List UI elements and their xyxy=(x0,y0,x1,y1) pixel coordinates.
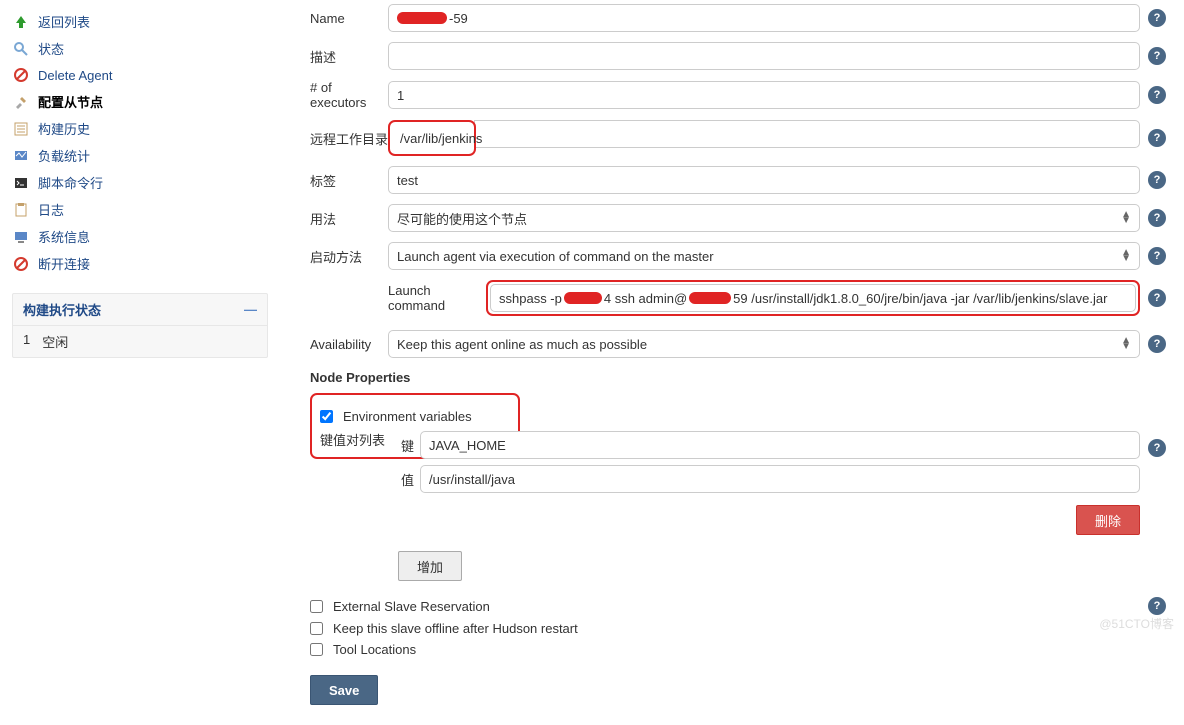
tags-input[interactable] xyxy=(388,166,1140,194)
tool-loc-label: Tool Locations xyxy=(333,642,416,657)
desc-label: 描述 xyxy=(310,47,388,66)
name-input[interactable]: -59 xyxy=(388,4,1140,32)
sidebar-item-back[interactable]: 返回列表 xyxy=(12,8,268,35)
save-button[interactable]: Save xyxy=(310,675,378,705)
help-icon[interactable]: ? xyxy=(1148,86,1166,104)
key-label: 键 xyxy=(400,436,420,455)
chevron-updown-icon: ▲▼ xyxy=(1121,338,1131,350)
tools-icon xyxy=(12,93,30,111)
sidebar-item-delete-agent[interactable]: Delete Agent xyxy=(12,62,268,88)
monitor-icon xyxy=(12,147,30,165)
remote-input[interactable] xyxy=(474,120,1140,148)
terminal-icon xyxy=(12,174,30,192)
remote-label: 远程工作目录 xyxy=(310,129,388,148)
usage-label: 用法 xyxy=(310,209,388,228)
executor-panel: 构建执行状态 — 1 空闲 xyxy=(12,293,268,358)
delete-button[interactable]: 删除 xyxy=(1076,505,1140,535)
sidebar-item-log[interactable]: 日志 xyxy=(12,196,268,223)
executor-panel-title[interactable]: 构建执行状态 xyxy=(23,300,101,319)
help-icon[interactable]: ? xyxy=(1148,47,1166,65)
availability-select[interactable]: Keep this agent online as much as possib… xyxy=(388,330,1140,358)
launch-cmd-label: Launch command xyxy=(388,283,486,313)
keep-offline-label: Keep this slave offline after Hudson res… xyxy=(333,621,578,636)
env-vars-label: Environment variables xyxy=(343,409,472,424)
clipboard-icon xyxy=(12,201,30,219)
desc-input[interactable] xyxy=(388,42,1140,70)
main-form: Name -59 ? 描述 ? # of executors ? 远程工作目录 … xyxy=(280,0,1184,725)
no-entry-icon xyxy=(12,66,30,84)
notepad-icon xyxy=(12,120,30,138)
launch-label: 启动方法 xyxy=(310,247,388,266)
sidebar: 返回列表 状态 Delete Agent 配置从节点 构建历史 负载统计 脚本命… xyxy=(0,0,280,725)
sidebar-item-script[interactable]: 脚本命令行 xyxy=(12,169,268,196)
tool-loc-checkbox[interactable] xyxy=(310,643,323,656)
collapse-icon[interactable]: — xyxy=(244,302,257,317)
help-icon[interactable]: ? xyxy=(1148,129,1166,147)
launch-select[interactable]: Launch agent via execution of command on… xyxy=(388,242,1140,270)
usage-select[interactable]: 尽可能的使用这个节点 ▲▼ xyxy=(388,204,1140,232)
env-vars-checkbox[interactable] xyxy=(320,410,333,423)
ext-slave-label: External Slave Reservation xyxy=(333,599,490,614)
help-icon[interactable]: ? xyxy=(1148,289,1166,307)
arrow-up-icon xyxy=(12,13,30,31)
help-icon[interactable]: ? xyxy=(1148,171,1166,189)
executor-row: 1 空闲 xyxy=(13,326,267,357)
search-icon xyxy=(12,40,30,58)
add-button[interactable]: 增加 xyxy=(398,551,462,581)
sidebar-item-configure[interactable]: 配置从节点 xyxy=(12,88,268,115)
sidebar-item-disconnect[interactable]: 断开连接 xyxy=(12,250,268,277)
executors-input[interactable] xyxy=(388,81,1140,109)
ext-slave-checkbox[interactable] xyxy=(310,600,323,613)
remote-input-highlight: /var/lib/jenkins xyxy=(392,124,472,152)
val-input[interactable] xyxy=(420,465,1140,493)
help-icon[interactable]: ? xyxy=(1148,9,1166,27)
sidebar-item-sysinfo[interactable]: 系统信息 xyxy=(12,223,268,250)
sidebar-item-load-stats[interactable]: 负载统计 xyxy=(12,142,268,169)
chevron-updown-icon: ▲▼ xyxy=(1121,212,1131,224)
launch-cmd-input[interactable]: sshpass -p 4 ssh admin@59 /usr/install/j… xyxy=(490,284,1136,312)
name-label: Name xyxy=(310,11,388,26)
executors-label: # of executors xyxy=(310,80,388,110)
computer-icon xyxy=(12,228,30,246)
help-icon[interactable]: ? xyxy=(1148,439,1166,457)
node-props-title: Node Properties xyxy=(310,370,1166,385)
tags-label: 标签 xyxy=(310,171,388,190)
no-entry-icon xyxy=(12,255,30,273)
help-icon[interactable]: ? xyxy=(1148,209,1166,227)
help-icon[interactable]: ? xyxy=(1148,335,1166,353)
help-icon[interactable]: ? xyxy=(1148,247,1166,265)
val-label: 值 xyxy=(400,470,420,489)
sidebar-item-build-history[interactable]: 构建历史 xyxy=(12,115,268,142)
availability-label: Availability xyxy=(310,337,388,352)
key-input[interactable] xyxy=(420,431,1140,459)
help-icon[interactable]: ? xyxy=(1148,597,1166,615)
sidebar-item-status[interactable]: 状态 xyxy=(12,35,268,62)
chevron-updown-icon: ▲▼ xyxy=(1121,250,1131,262)
keep-offline-checkbox[interactable] xyxy=(310,622,323,635)
